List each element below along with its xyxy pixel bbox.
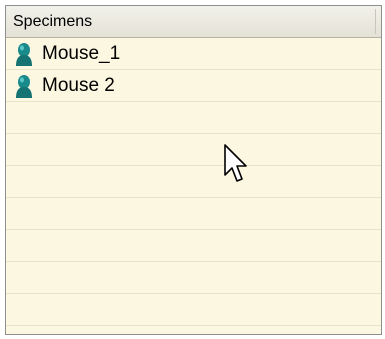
column-header-label: Specimens [13,13,93,30]
empty-row [6,102,381,134]
empty-row [6,262,381,294]
empty-row [6,166,381,198]
list-item-label: Mouse 2 [42,75,115,96]
list-item-label: Mouse_1 [42,43,121,64]
empty-row [6,134,381,166]
specimens-panel: Specimens Mouse_1 Mouse 2 [5,5,382,335]
list-item-mouse-1[interactable]: Mouse_1 [6,38,381,70]
person-icon [16,75,32,98]
empty-row [6,294,381,326]
column-divider[interactable] [375,9,376,34]
mouse-pointer-icon [224,144,247,182]
list-item-mouse-2[interactable]: Mouse 2 [6,70,381,102]
empty-row [6,198,381,230]
specimens-column-header[interactable]: Specimens [6,6,381,38]
person-icon [16,43,32,66]
specimens-list: Mouse_1 Mouse 2 [6,38,381,334]
empty-row [6,230,381,262]
